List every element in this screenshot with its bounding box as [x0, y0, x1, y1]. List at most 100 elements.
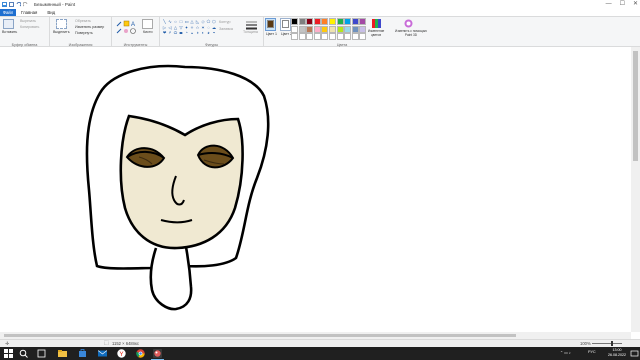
svg-text:Y: Y — [120, 352, 124, 358]
clock[interactable]: 13:00 26.08.2022 — [608, 348, 626, 358]
palette-color-28[interactable] — [351, 33, 359, 41]
palette-color-10[interactable] — [291, 25, 298, 33]
yandex-browser-icon[interactable]: Y — [117, 349, 126, 358]
taskbar: Y ⌃ ▭ ♪ РУС 13:00 26.08.2022 — [0, 347, 640, 360]
mail-icon[interactable] — [98, 349, 107, 358]
palette-color-26[interactable] — [336, 33, 344, 41]
color1-selector[interactable] — [265, 18, 276, 31]
palette-color-6[interactable] — [336, 18, 344, 25]
notifications-icon[interactable] — [630, 349, 639, 358]
resize-button[interactable]: Изменить размер — [75, 25, 104, 29]
status-bar: ✛ ⬚ 1152 × 648пкс 100% — [0, 339, 640, 347]
size-button[interactable]: Толщина — [243, 30, 258, 34]
palette-color-14[interactable] — [321, 25, 329, 33]
palette-color-0[interactable] — [291, 18, 298, 25]
canvas-drawing[interactable] — [0, 47, 631, 332]
tab-view[interactable]: Вид — [42, 9, 60, 16]
color2-selector[interactable] — [280, 18, 291, 31]
palette-color-3[interactable] — [313, 18, 321, 25]
select-icon — [56, 19, 67, 29]
tab-home[interactable]: Главная — [16, 9, 42, 16]
ribbon-tabs: Файл Главная Вид — [0, 9, 640, 16]
select-button[interactable]: Выделить — [53, 30, 70, 34]
palette-color-23[interactable] — [313, 33, 321, 41]
tools-icons[interactable]: A — [116, 20, 138, 36]
zoom-slider[interactable] — [592, 343, 622, 344]
drawing-canvas[interactable] — [0, 47, 631, 332]
maximize-button[interactable]: ☐ — [620, 1, 625, 7]
shapes-gallery[interactable]: ╲ ∿ ○ □ ▭ △ ◺ ◇ ⬠ ⬡ ▷ ◁ △ ▽ ✦ ✧ ☆ ✶ ◌ ☁ ❤ ⚡ ⬭ ⬬ ◔ ◒ ◑ ◐ ◕ ◓ — [162, 19, 216, 35]
palette-color-9[interactable] — [359, 18, 367, 25]
save-icon[interactable] — [9, 2, 14, 7]
color1-label: Цвет 1 — [266, 32, 278, 36]
rotate-button[interactable]: Повернуть — [75, 31, 93, 35]
ribbon: Вставить Вырезать Копировать Буфер обмен… — [0, 16, 640, 48]
palette-color-13[interactable] — [313, 25, 321, 33]
paint3d-icon — [404, 19, 413, 28]
paint-taskbar-icon[interactable] — [153, 349, 162, 358]
palette-color-15[interactable] — [328, 25, 336, 33]
palette-color-2[interactable] — [306, 18, 314, 25]
palette-color-4[interactable] — [321, 18, 329, 25]
horizontal-scrollbar[interactable] — [0, 332, 631, 339]
undo-icon[interactable] — [16, 1, 22, 7]
palette-color-1[interactable] — [298, 18, 306, 25]
palette-color-20[interactable] — [291, 33, 298, 41]
palette-color-27[interactable] — [344, 33, 352, 41]
brush-icon — [142, 19, 153, 29]
canvas-size-icon: ⬚ — [104, 340, 109, 346]
close-button[interactable]: ✕ — [633, 1, 638, 7]
outline-dropdown[interactable]: Контур — [219, 20, 231, 24]
cut-button[interactable]: Вырезать — [20, 19, 36, 23]
edit-colors-button[interactable]: Изменение цветов — [365, 29, 387, 37]
tab-file[interactable]: Файл — [0, 9, 16, 16]
fill-dropdown[interactable]: Заливка — [219, 27, 233, 31]
title-bar: Безымянный - Paint — ☐ ✕ — [0, 0, 640, 9]
windows-start-icon[interactable] — [4, 349, 13, 358]
file-explorer-icon[interactable] — [58, 349, 67, 358]
palette-color-17[interactable] — [344, 25, 352, 33]
tools-group: A Кисти Инструменты — [112, 17, 160, 48]
chrome-icon[interactable] — [136, 349, 145, 358]
paste-icon — [3, 19, 14, 29]
window-title: Безымянный - Paint — [34, 2, 76, 7]
palette-color-16[interactable] — [336, 25, 344, 33]
palette-color-5[interactable] — [328, 18, 336, 25]
vertical-scrollbar[interactable] — [631, 47, 640, 332]
redo-icon[interactable] — [22, 1, 28, 7]
color2-swatch — [282, 20, 289, 28]
color1-swatch — [267, 20, 274, 28]
palette-color-7[interactable] — [344, 18, 352, 25]
svg-text:A: A — [131, 22, 135, 28]
clock-date: 26.08.2022 — [608, 353, 626, 357]
canvas-size-text: 1152 × 648пкс — [112, 341, 140, 346]
vertical-scroll-thumb[interactable] — [633, 51, 638, 161]
copy-button[interactable]: Копировать — [20, 25, 39, 29]
palette-color-21[interactable] — [298, 33, 306, 41]
size-icon — [245, 20, 258, 30]
store-icon[interactable] — [78, 349, 87, 358]
search-icon[interactable] — [19, 349, 28, 358]
image-group: Выделить Обрезать Изменить размер Поверн… — [50, 17, 112, 48]
horizontal-scroll-thumb[interactable] — [4, 334, 516, 337]
zoom-slider-knob[interactable] — [611, 341, 613, 346]
palette-color-25[interactable] — [328, 33, 336, 41]
paint-app-icon — [2, 2, 7, 7]
palette-color-22[interactable] — [306, 33, 314, 41]
task-view-icon[interactable] — [37, 349, 46, 358]
minimize-button[interactable]: — — [606, 1, 612, 7]
crop-button[interactable]: Обрезать — [75, 19, 91, 23]
color-palette[interactable] — [291, 18, 367, 41]
clipboard-group: Вставить Вырезать Копировать Буфер обмен… — [0, 17, 50, 48]
palette-color-12[interactable] — [306, 25, 314, 33]
palette-color-18[interactable] — [351, 25, 359, 33]
tray-icons[interactable]: ⌃ ▭ ♪ — [560, 350, 571, 355]
paste-button[interactable]: Вставить — [2, 30, 17, 34]
language-indicator[interactable]: РУС — [588, 350, 596, 354]
palette-color-24[interactable] — [321, 33, 329, 41]
palette-color-11[interactable] — [298, 25, 306, 33]
zoom-level: 100% — [580, 341, 591, 346]
paint3d-button[interactable]: Изменить с помощью Paint 3D — [393, 29, 429, 37]
brushes-button[interactable]: Кисти — [143, 30, 153, 34]
palette-color-8[interactable] — [351, 18, 359, 25]
